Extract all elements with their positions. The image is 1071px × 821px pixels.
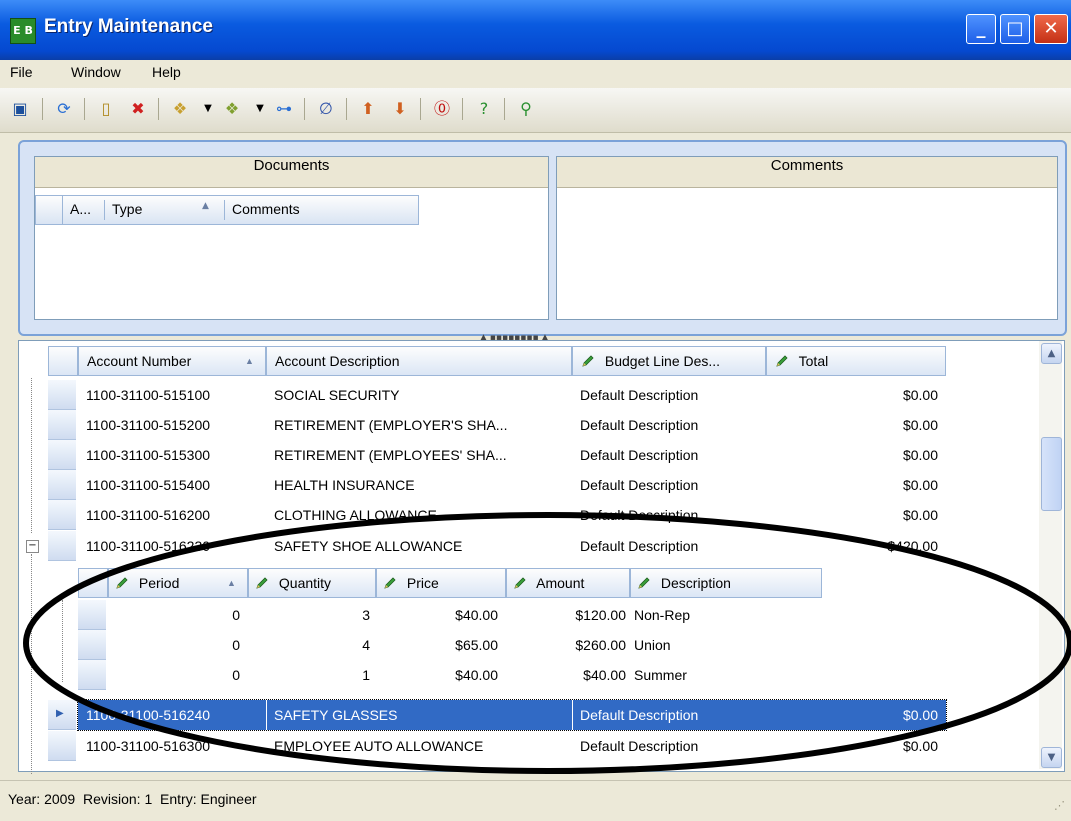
status-bar: Year: 2009 Revision: 1 Entry: Engineer ⋰ — [0, 780, 1071, 821]
status-text: Year: 2009 Revision: 1 Entry: Engineer — [8, 791, 257, 807]
entry-maintenance-window: E B Entry Maintenance _ □ ✕ File Window … — [0, 0, 1071, 821]
resize-grip-icon[interactable]: ⋰ — [1054, 799, 1065, 812]
annotation-ellipse — [23, 512, 1071, 774]
